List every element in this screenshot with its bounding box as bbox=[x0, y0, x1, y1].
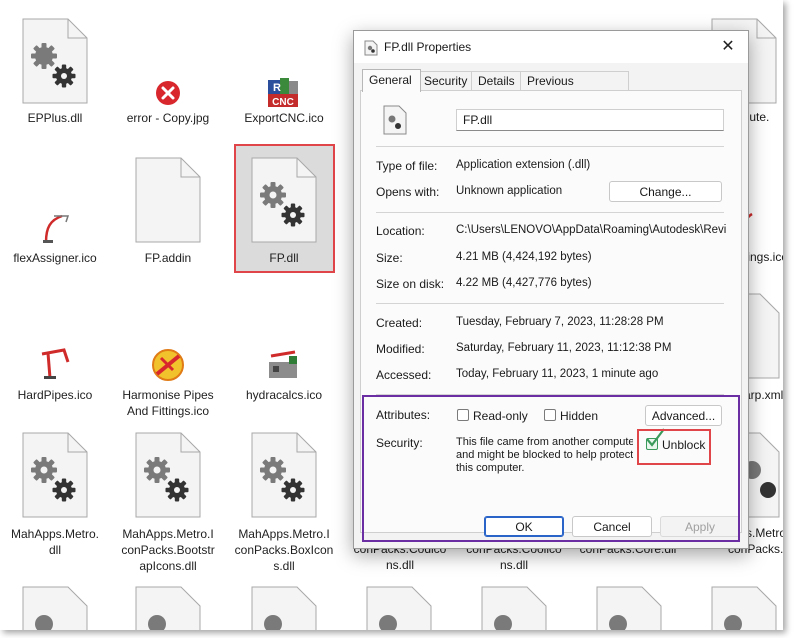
type-value: Application extension (.dll) bbox=[456, 159, 591, 171]
separator bbox=[376, 212, 724, 213]
file-label-line2: dll bbox=[48, 543, 61, 557]
file-label: error - Copy.jpg bbox=[126, 111, 210, 125]
dll-gear-icon bbox=[135, 432, 201, 518]
harmonise-icon bbox=[151, 348, 185, 382]
dll-gear-icon[interactable] bbox=[135, 586, 201, 630]
cnc-icon: CNC R bbox=[267, 78, 299, 108]
file-label-line3: s.dll bbox=[273, 559, 295, 573]
location-value: C:\Users\LENOVO\AppData\Roaming\Autodesk… bbox=[456, 224, 726, 236]
dll-file-icon bbox=[383, 105, 407, 138]
file-label-line3: apIcons.dll bbox=[139, 559, 197, 573]
file-label-coolicons-2[interactable]: ns.dll bbox=[459, 558, 569, 572]
file-label-line1: MahApps.Metro.I bbox=[122, 527, 214, 541]
file-label-partial: arp.xml bbox=[744, 388, 783, 402]
pipe-icon bbox=[38, 348, 72, 380]
tab-previous-versions[interactable]: Previous Versions bbox=[520, 71, 629, 107]
tab-security[interactable]: Security bbox=[417, 71, 477, 91]
file-label: flexAssigner.ico bbox=[13, 251, 97, 265]
modified-label: Modified: bbox=[376, 342, 425, 356]
created-label: Created: bbox=[376, 316, 423, 330]
file-label: FP.dll bbox=[269, 251, 299, 265]
file-label-line1: MahApps.Metro. bbox=[10, 527, 100, 541]
close-icon[interactable]: ✕ bbox=[718, 37, 738, 57]
file-label-partial: s.Metro bbox=[746, 526, 783, 540]
file-label-line1: Harmonise Pipes bbox=[122, 388, 214, 402]
dll-gear-icon[interactable] bbox=[251, 586, 317, 630]
size-on-disk-label: Size on disk: bbox=[376, 277, 445, 291]
tab-general[interactable]: General bbox=[362, 69, 421, 92]
svg-text:R: R bbox=[273, 82, 281, 94]
opens-with-value: Unknown application bbox=[456, 185, 563, 197]
svg-text:CNC: CNC bbox=[272, 97, 294, 108]
size-label: Size: bbox=[376, 251, 403, 265]
dll-gear-icon bbox=[251, 432, 317, 518]
dll-gear-icon[interactable] bbox=[366, 586, 432, 630]
hydra-icon bbox=[265, 348, 303, 382]
file-label-line1: MahApps.Metro.I bbox=[238, 527, 330, 541]
file-label-line2: And Fittings.ico bbox=[126, 404, 210, 418]
separator bbox=[376, 146, 724, 147]
file-label: ExportCNC.ico bbox=[244, 111, 324, 125]
file-label: FP.addin bbox=[144, 251, 192, 265]
dialog-titlebar[interactable]: FP.dll Properties ✕ bbox=[354, 31, 748, 63]
change-button[interactable]: Change... bbox=[609, 181, 722, 202]
dll-gear-icon[interactable] bbox=[596, 586, 662, 630]
size-on-disk-value: 4.22 MB (4,427,776 bytes) bbox=[456, 277, 592, 289]
modified-value: Saturday, February 11, 2023, 11:12:38 PM bbox=[456, 342, 672, 354]
dll-gear-icon[interactable] bbox=[711, 586, 777, 630]
error-icon bbox=[155, 80, 181, 106]
dll-gear-icon bbox=[22, 18, 88, 104]
file-label-line2: conPacks.Bootstr bbox=[121, 543, 215, 557]
dll-file-icon bbox=[364, 40, 378, 59]
accessed-label: Accessed: bbox=[376, 368, 432, 382]
file-label-partial: tings.ico bbox=[744, 250, 783, 264]
file-label: hydracalcs.ico bbox=[245, 388, 323, 402]
blank-file-icon bbox=[135, 157, 201, 243]
created-value: Tuesday, February 7, 2023, 11:28:28 PM bbox=[456, 316, 664, 328]
crane-icon bbox=[40, 212, 70, 244]
dll-gear-icon bbox=[22, 432, 88, 518]
file-label: HardPipes.ico bbox=[17, 388, 93, 402]
file-label-codicons-2[interactable]: ns.dll bbox=[345, 558, 455, 572]
dll-gear-icon bbox=[251, 157, 317, 243]
size-value: 4.21 MB (4,424,192 bytes) bbox=[456, 251, 592, 263]
location-label: Location: bbox=[376, 224, 425, 238]
filename-input[interactable]: FP.dll bbox=[456, 109, 724, 131]
accessed-value: Today, February 11, 2023, 1 minute ago bbox=[456, 368, 659, 380]
file-label-line2: conPacks.BoxIcon bbox=[234, 543, 334, 557]
dialog-title: FP.dll Properties bbox=[384, 40, 472, 54]
security-section-highlight bbox=[362, 395, 740, 542]
dll-gear-icon[interactable] bbox=[22, 586, 88, 630]
opens-with-label: Opens with: bbox=[376, 185, 440, 199]
tab-details[interactable]: Details bbox=[471, 71, 527, 91]
type-label: Type of file: bbox=[376, 159, 438, 173]
separator bbox=[376, 303, 724, 304]
file-label: EPPlus.dll bbox=[27, 111, 83, 125]
dll-gear-icon[interactable] bbox=[481, 586, 547, 630]
explorer-window: EPPlus.dll error - Copy.jpg CNC R Export… bbox=[0, 0, 783, 630]
